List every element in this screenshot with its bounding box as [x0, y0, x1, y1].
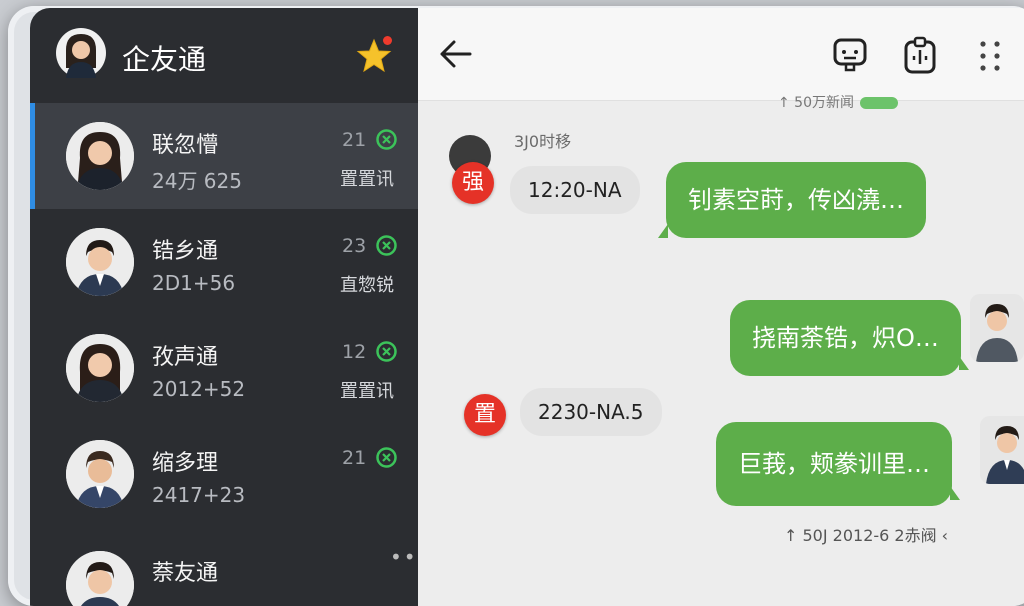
unread-count: 21 [342, 129, 367, 151]
check-circle-icon [376, 235, 397, 256]
contact-name: 缩多理 [152, 451, 219, 476]
message-text: 巨莪，颊豢训里… [738, 450, 930, 478]
contact-avatar [66, 551, 134, 606]
self-avatar [980, 416, 1024, 484]
strip-pill [860, 97, 898, 109]
active-indicator [30, 103, 35, 209]
contact-subtitle: 24万 625 [152, 169, 242, 193]
contact-subtitle: 2012+52 [152, 377, 246, 401]
header-sub-strip: ↑ 50万新闻 [778, 92, 898, 112]
chat-list-item[interactable]: 孜声通 2012+52 12 置置讯 [30, 315, 418, 421]
bubble-tail [950, 486, 960, 500]
message-bubble[interactable]: 2230-NA.5 [520, 388, 662, 436]
contact-avatar [66, 334, 134, 402]
sender-badge: 强 [452, 162, 494, 204]
time-label: 3J0时移 [514, 132, 572, 151]
unread-count: 23 [342, 235, 367, 257]
bubble-tail [958, 356, 969, 370]
chat-header: ↑ 50万新闻 [418, 8, 1024, 111]
star-icon[interactable] [354, 36, 394, 76]
chat-list-item[interactable]: 联忽懵 24万 625 21 置置讯 [30, 103, 418, 209]
app-title: 企友通 [122, 43, 207, 76]
check-circle-icon [376, 129, 397, 150]
more-vertical-icon[interactable] [972, 36, 1008, 76]
message-bubble[interactable]: 钊素空莳，传凶澆… [658, 162, 926, 238]
unread-count: 21 [342, 447, 367, 469]
sidebar-header: 企友通 [30, 8, 418, 103]
status-tag: 直惣锐 [340, 275, 394, 296]
notification-dot [383, 36, 392, 45]
back-arrow-icon[interactable] [438, 38, 474, 70]
status-tag: 置置讯 [340, 169, 394, 190]
chat-list-item[interactable]: 萘友通 ••• [30, 527, 429, 606]
self-avatar [970, 294, 1024, 362]
chat-list-item[interactable]: 锆乡通 2D1+56 23 直惣锐 [30, 209, 418, 315]
contact-subtitle: 2D1+56 [152, 271, 236, 295]
check-circle-icon [376, 447, 397, 468]
contact-name: 萘友通 [152, 561, 219, 586]
clipboard-icon[interactable] [902, 36, 938, 76]
contact-avatar [66, 228, 134, 296]
bubble-tail [658, 224, 668, 238]
message-bubble[interactable]: 巨莪，颊豢训里… [716, 422, 960, 506]
message-bubble[interactable]: 挠南荼锆，炽O… [730, 300, 969, 376]
status-tag: 置置讯 [340, 381, 394, 402]
monitor-chat-icon[interactable] [832, 36, 868, 76]
chat-pane: ↑ 50万新闻 3J0时移 强 12:20-NA 钊素空莳，传凶澆… 挠南荼锆，… [418, 8, 1024, 606]
contact-avatar [66, 440, 134, 508]
message-text: 挠南荼锆，炽O… [752, 324, 939, 352]
message-meta: ↑ 50J 2012-6 2赤阀 ‹ [784, 526, 949, 545]
strip-text: ↑ 50万新闻 [778, 95, 854, 111]
contact-avatar [66, 122, 134, 190]
message-bubble[interactable]: 12:20-NA [510, 166, 640, 214]
contact-name: 锆乡通 [152, 239, 219, 264]
device-frame: 企友通 联忽懵 24万 625 21 置置讯 锆乡通 2D1+56 23 直惣锐… [8, 6, 1024, 606]
message-text: 钊素空莳，传凶澆… [688, 186, 904, 214]
user-avatar[interactable] [56, 28, 106, 78]
contact-name: 孜声通 [152, 345, 219, 370]
chat-list-item[interactable]: 缩多理 2417+23 21 [30, 421, 418, 527]
check-circle-icon [376, 341, 397, 362]
unread-count: 12 [342, 341, 367, 363]
sidebar: 企友通 联忽懵 24万 625 21 置置讯 锆乡通 2D1+56 23 直惣锐… [30, 8, 429, 606]
sender-badge: 置 [464, 394, 506, 436]
contact-subtitle: 2417+23 [152, 483, 246, 507]
contact-name: 联忽懵 [152, 133, 219, 158]
